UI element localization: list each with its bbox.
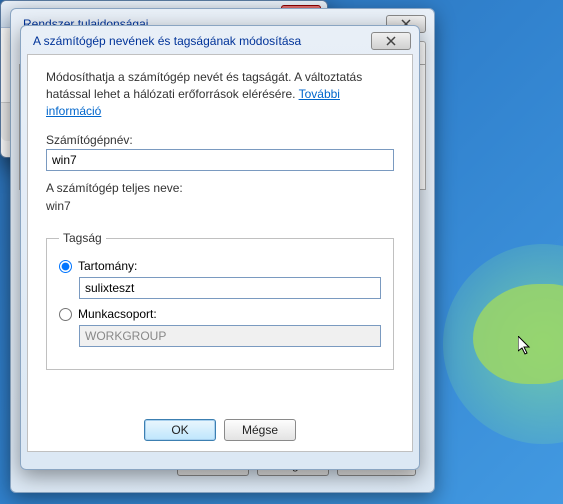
domain-radio[interactable]: [59, 260, 72, 273]
cancel-button[interactable]: Mégse: [224, 419, 296, 441]
rename-body: Módosíthatja a számítógép nevét és tagsá…: [27, 54, 413, 452]
ok-button[interactable]: OK: [144, 419, 216, 441]
rename-button-row: OK Mégse: [28, 419, 412, 441]
rename-intro: Módosíthatja a számítógép nevét és tagsá…: [46, 69, 394, 119]
computer-name-label: Számítógépnév:: [46, 133, 394, 147]
close-button[interactable]: [371, 32, 411, 50]
domain-input-wrap: [79, 277, 381, 299]
domain-radio-row[interactable]: Tartomány:: [59, 259, 381, 273]
workgroup-input-wrap: [79, 325, 381, 347]
rename-dialog: A számítógép nevének és tagságának módos…: [20, 25, 420, 470]
full-name-label: A számítógép teljes neve:: [46, 181, 394, 195]
domain-radio-label: Tartomány:: [78, 259, 137, 273]
workgroup-radio-label: Munkacsoport:: [78, 307, 157, 321]
full-name-value: win7: [46, 197, 394, 223]
workgroup-input: [79, 325, 381, 347]
workgroup-radio-row[interactable]: Munkacsoport:: [59, 307, 381, 321]
membership-legend: Tagság: [59, 231, 106, 245]
membership-fieldset: Tagság Tartomány: Munkacsoport:: [46, 231, 394, 370]
workgroup-radio[interactable]: [59, 308, 72, 321]
rename-title: A számítógép nevének és tagságának módos…: [33, 34, 301, 48]
computer-name-input[interactable]: [46, 149, 394, 171]
domain-input[interactable]: [79, 277, 381, 299]
rename-titlebar: A számítógép nevének és tagságának módos…: [21, 26, 419, 54]
